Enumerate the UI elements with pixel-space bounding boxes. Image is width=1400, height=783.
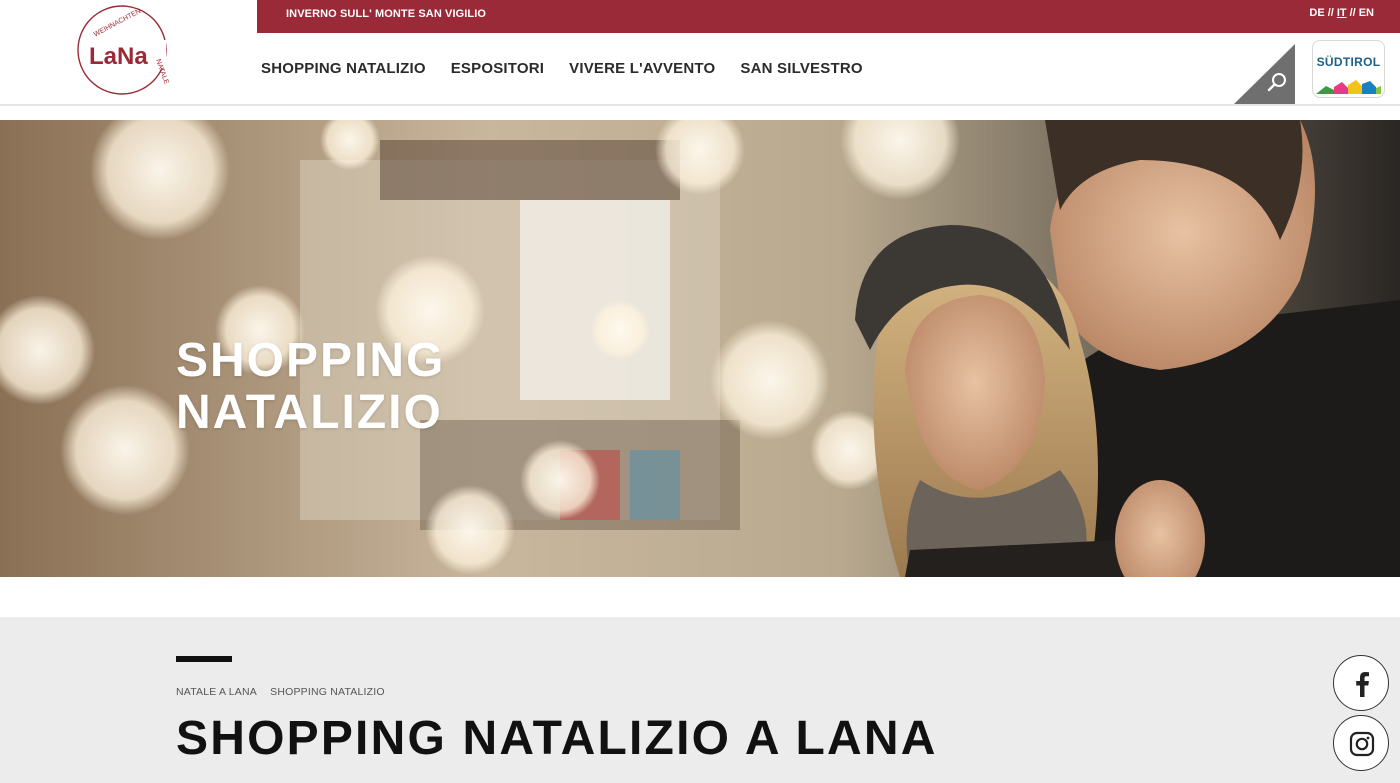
breadcrumb-item-natale-a-lana[interactable]: NATALE A LANA — [176, 686, 257, 698]
header-divider — [0, 104, 1400, 106]
nav-item-shopping-natalizio[interactable]: SHOPPING NATALIZIO — [261, 60, 426, 77]
facebook-button[interactable] — [1333, 655, 1389, 711]
nav-item-vivere-lavvento[interactable]: VIVERE L'AVVENTO — [569, 60, 715, 77]
hero-title-line-1: SHOPPING — [176, 334, 446, 387]
lang-de[interactable]: DE — [1309, 7, 1324, 19]
content-section: NATALE A LANA SHOPPING NATALIZIO SHOPPIN… — [0, 617, 1400, 783]
hero-title: SHOPPING NATALIZIO — [176, 335, 445, 439]
search-button[interactable] — [1234, 44, 1295, 104]
nav-item-espositori[interactable]: ESPOSITORI — [451, 60, 544, 77]
search-icon — [1234, 44, 1295, 104]
page-title: SHOPPING NATALIZIO A LANA — [176, 712, 938, 765]
language-switcher: DE//IT//EN — [1309, 0, 1374, 27]
breadcrumb: NATALE A LANA SHOPPING NATALIZIO — [176, 686, 395, 698]
hero-banner: SHOPPING NATALIZIO — [0, 120, 1400, 577]
top-bar: INVERNO SULL' MONTE SAN VIGILIO DE//IT//… — [257, 0, 1400, 33]
instagram-icon — [1349, 731, 1375, 757]
facebook-icon — [1356, 672, 1369, 697]
brand-mountain-stripes — [1316, 80, 1381, 94]
lang-it[interactable]: IT — [1337, 7, 1347, 19]
main-nav: SHOPPING NATALIZIO ESPOSITORI VIVERE L'A… — [261, 33, 888, 104]
accent-bar — [176, 656, 232, 662]
hero-title-line-2: NATALIZIO — [176, 386, 443, 439]
breadcrumb-item-shopping-natalizio[interactable]: SHOPPING NATALIZIO — [270, 686, 385, 698]
logo-wordmark: LaNa — [89, 43, 148, 70]
logo-area: LaNa WEIHNACHTEN NATALE — [0, 0, 257, 104]
topbar-link-monte-san-vigilio[interactable]: INVERNO SULL' MONTE SAN VIGILIO — [286, 0, 486, 28]
lang-separator: // — [1349, 7, 1356, 19]
nav-item-san-silvestro[interactable]: SAN SILVESTRO — [740, 60, 862, 77]
logo-arc-right: NATALE — [154, 58, 170, 85]
lana-logo: LaNa WEIHNACHTEN NATALE — [77, 5, 170, 95]
lang-en[interactable]: EN — [1359, 7, 1374, 19]
suedtirol-brand-badge[interactable]: SÜDTIROL — [1313, 41, 1384, 97]
brand-name: SÜDTIROL — [1316, 55, 1381, 69]
instagram-button[interactable] — [1333, 715, 1389, 771]
lang-separator: // — [1327, 7, 1334, 19]
